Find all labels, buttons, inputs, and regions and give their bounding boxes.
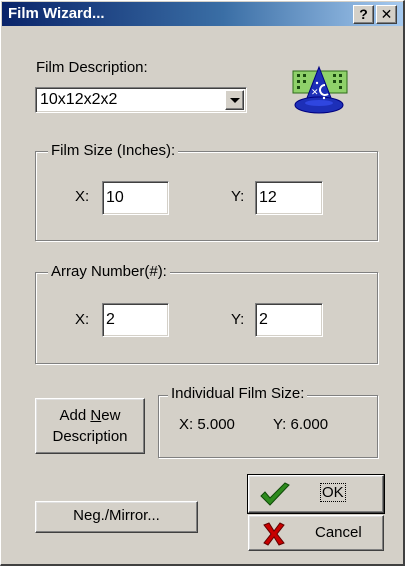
film-size-y-label: Y: bbox=[231, 188, 245, 205]
individual-y-value: Y: 6.000 bbox=[273, 416, 329, 433]
film-size-y-input[interactable] bbox=[255, 181, 323, 215]
chevron-down-icon[interactable] bbox=[225, 90, 244, 110]
array-y-input[interactable] bbox=[255, 303, 323, 337]
add-new-label-line2: Description bbox=[52, 428, 128, 445]
red-x-icon bbox=[263, 522, 285, 546]
cancel-button-label: Cancel bbox=[315, 524, 362, 541]
wizard-hat-icon: ✕ bbox=[292, 65, 348, 114]
array-y-label: Y: bbox=[231, 311, 245, 328]
help-button[interactable]: ? bbox=[353, 5, 374, 24]
array-number-group-title: Array Number(#): bbox=[48, 263, 170, 280]
film-size-x-label: X: bbox=[75, 188, 90, 205]
ok-button[interactable]: OK bbox=[247, 474, 385, 514]
title-bar[interactable]: Film Wizard... ? ✕ bbox=[2, 2, 403, 26]
window-title: Film Wizard... bbox=[8, 5, 105, 22]
checkmark-icon bbox=[260, 482, 290, 506]
film-wizard-dialog: Film Wizard... ? ✕ Film Description: 10x… bbox=[0, 0, 405, 566]
neg-mirror-button[interactable]: Neg./Mirror... bbox=[35, 501, 198, 533]
cancel-button[interactable]: Cancel bbox=[248, 515, 384, 551]
film-size-x-input[interactable] bbox=[102, 181, 169, 215]
close-button[interactable]: ✕ bbox=[376, 5, 397, 24]
add-new-label-line1: Add New bbox=[59, 407, 121, 424]
film-description-label: Film Description: bbox=[36, 59, 148, 76]
film-size-group-title: Film Size (Inches): bbox=[48, 142, 179, 159]
film-description-combobox[interactable]: 10x12x2x2 bbox=[35, 87, 247, 113]
ok-button-label: OK bbox=[320, 483, 346, 502]
array-x-input[interactable] bbox=[102, 303, 169, 337]
individual-x-value: X: 5.000 bbox=[179, 416, 235, 433]
film-description-value: 10x12x2x2 bbox=[40, 91, 118, 108]
individual-film-size-group-title: Individual Film Size: bbox=[168, 385, 308, 402]
array-x-label: X: bbox=[75, 311, 90, 328]
svg-text:✕: ✕ bbox=[311, 88, 319, 98]
add-new-description-button[interactable]: Add New Description bbox=[35, 398, 145, 454]
